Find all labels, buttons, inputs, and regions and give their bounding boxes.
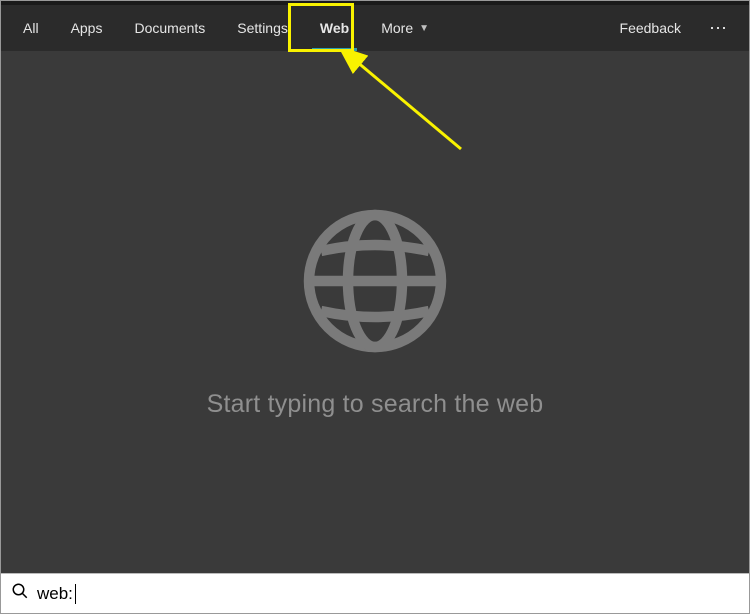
search-prompt: Start typing to search the web <box>207 390 544 419</box>
more-options-button[interactable]: ⋯ <box>695 18 743 39</box>
tab-web[interactable]: Web <box>304 5 365 51</box>
filter-tabbar: All Apps Documents Settings Web More ▼ F… <box>1 5 749 51</box>
tab-more-label: More <box>381 20 413 36</box>
main-content: Start typing to search the web <box>1 51 749 573</box>
tab-documents[interactable]: Documents <box>118 5 221 51</box>
tab-settings[interactable]: Settings <box>221 5 304 51</box>
text-caret <box>75 584 76 604</box>
feedback-button[interactable]: Feedback <box>606 20 695 36</box>
tab-all[interactable]: All <box>7 5 55 51</box>
search-bar[interactable]: web: <box>1 573 749 613</box>
globe-icon <box>300 206 450 356</box>
search-window: All Apps Documents Settings Web More ▼ F… <box>0 0 750 614</box>
tab-apps[interactable]: Apps <box>55 5 119 51</box>
search-input[interactable]: web: <box>37 584 76 604</box>
search-input-value: web: <box>37 584 73 604</box>
chevron-down-icon: ▼ <box>419 23 429 34</box>
search-icon <box>11 582 29 605</box>
tab-more[interactable]: More ▼ <box>365 5 445 51</box>
